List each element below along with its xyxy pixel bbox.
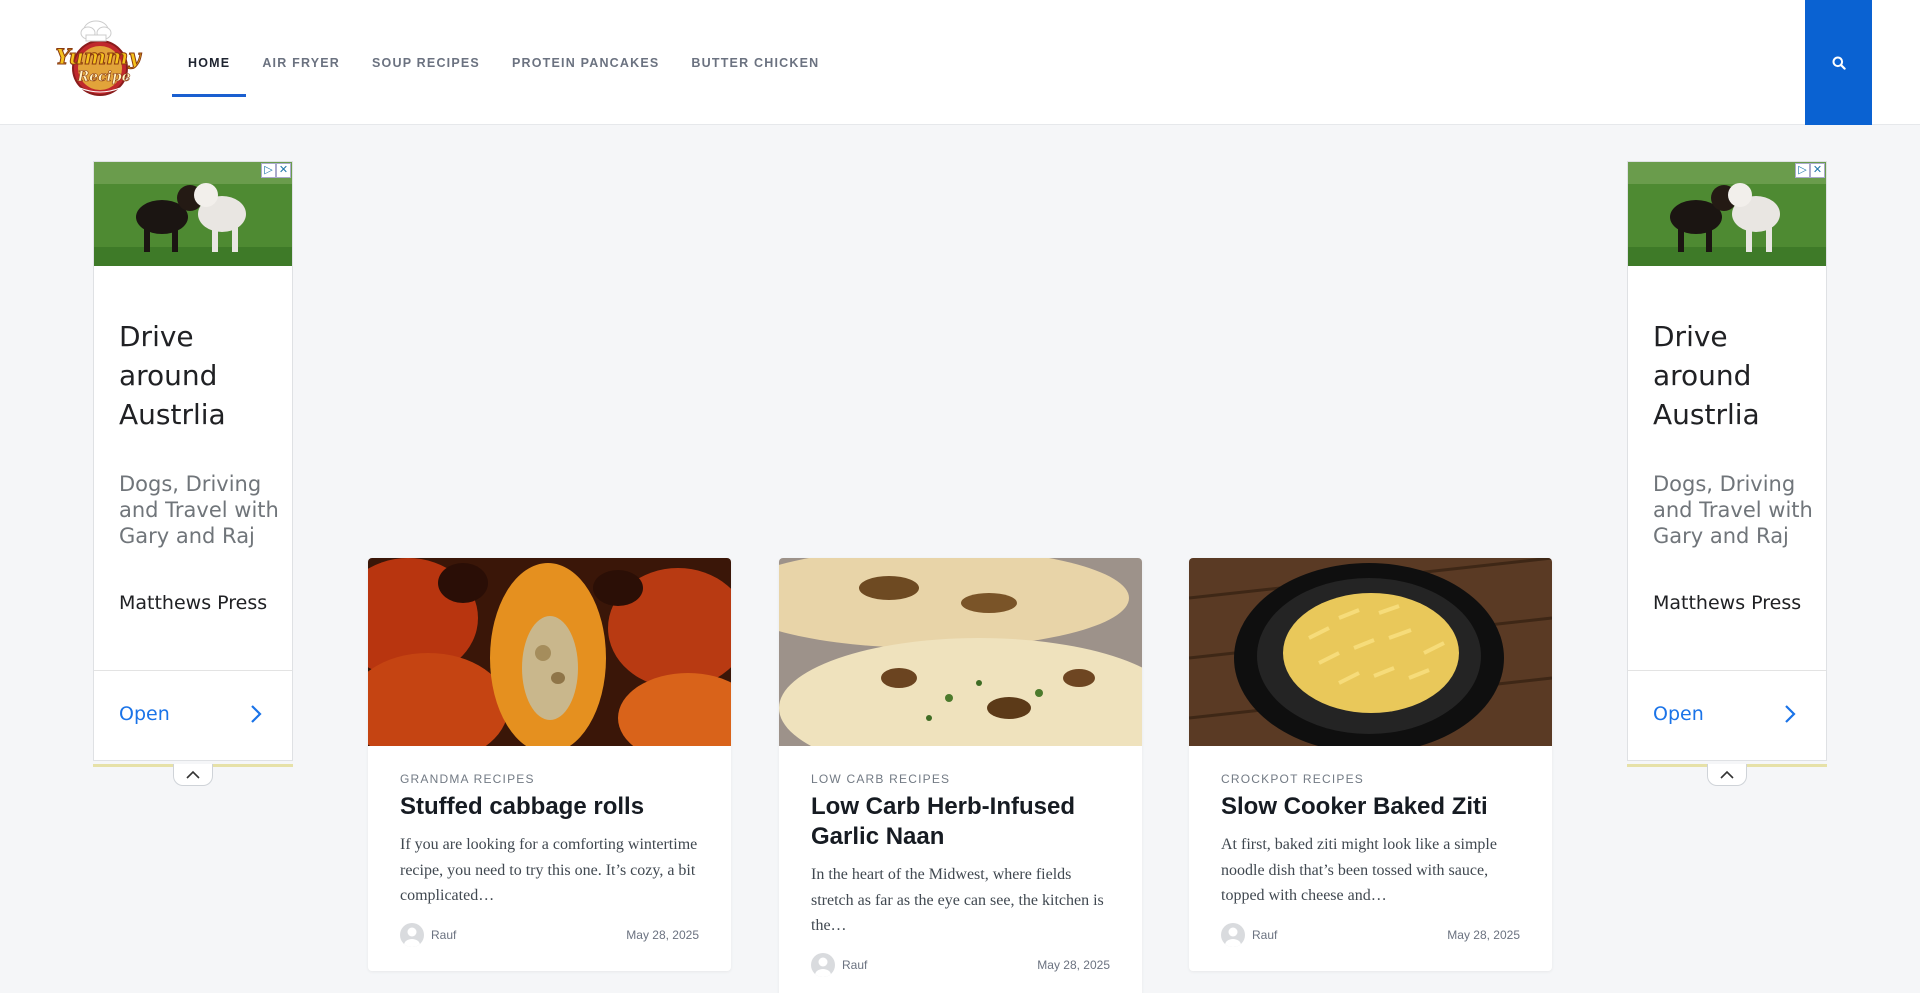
- post-date: May 28, 2025: [626, 927, 699, 942]
- post-excerpt: In the heart of the Midwest, where field…: [811, 866, 1104, 934]
- post-meta: Rauf May 28, 2025: [811, 952, 1110, 977]
- user-icon: [1225, 927, 1241, 947]
- ad-close-icon[interactable]: ✕: [276, 163, 291, 178]
- ad-divider: [1628, 670, 1826, 671]
- post-category[interactable]: GRANDMA RECIPES: [400, 772, 699, 786]
- ad-collapse-button[interactable]: [1707, 764, 1747, 786]
- left-ad[interactable]: ▷ ✕ Drive around Austrlia Dogs, Driving …: [93, 161, 293, 761]
- ad-title[interactable]: Drive around Austrlia: [119, 317, 279, 434]
- nav-item-soup-recipes[interactable]: SOUP RECIPES: [356, 0, 496, 125]
- avatar[interactable]: [400, 922, 424, 947]
- avatar[interactable]: [1221, 922, 1245, 947]
- post-card[interactable]: CROCKPOT RECIPES Slow Cooker Baked Ziti …: [1189, 558, 1552, 971]
- chevron-up-icon: [1720, 770, 1734, 779]
- post-date: May 28, 2025: [1037, 957, 1110, 972]
- post-title[interactable]: Slow Cooker Baked Ziti: [1221, 792, 1520, 822]
- right-ad[interactable]: ▷ ✕ Drive around Austrlia Dogs, Driving …: [1627, 161, 1827, 761]
- ad-advertiser[interactable]: Matthews Press: [1653, 592, 1801, 614]
- post-author[interactable]: Rauf: [842, 958, 867, 972]
- nav-item-butter-chicken[interactable]: BUTTER CHICKEN: [675, 0, 835, 125]
- svg-text:Recipe: Recipe: [76, 69, 130, 85]
- post-date: May 28, 2025: [1447, 927, 1520, 942]
- post-meta: Rauf May 28, 2025: [400, 922, 699, 947]
- chevron-right-icon[interactable]: [1780, 702, 1800, 726]
- ad-title[interactable]: Drive around Austrlia: [1653, 317, 1813, 434]
- post-author[interactable]: Rauf: [1252, 928, 1277, 942]
- user-icon: [815, 957, 831, 977]
- post-meta: Rauf May 28, 2025: [1221, 922, 1520, 947]
- nav-item-air-fryer[interactable]: AIR FRYER: [246, 0, 356, 125]
- post-image[interactable]: [368, 558, 731, 746]
- logo-icon: Yummy Recipe: [55, 20, 143, 96]
- site-logo[interactable]: Yummy Recipe: [50, 18, 146, 98]
- site-header: Yummy Recipe HOME AIR FRYER SOUP RECIPES…: [0, 0, 1920, 125]
- chevron-right-icon[interactable]: [246, 702, 266, 726]
- post-category[interactable]: CROCKPOT RECIPES: [1221, 772, 1520, 786]
- ad-image[interactable]: ▷ ✕: [94, 162, 292, 266]
- search-icon: [1832, 56, 1846, 70]
- ad-open-button[interactable]: Open: [119, 703, 170, 725]
- nav-item-home[interactable]: HOME: [172, 0, 247, 125]
- post-excerpt: At first, baked ziti might look like a s…: [1221, 836, 1497, 904]
- ad-choices-icon[interactable]: ▷: [261, 163, 276, 178]
- svg-text:Yummy: Yummy: [55, 44, 142, 69]
- ad-advertiser[interactable]: Matthews Press: [119, 592, 267, 614]
- chevron-up-icon: [186, 770, 200, 779]
- ad-badge: ▷ ✕: [1795, 163, 1825, 178]
- ad-divider: [94, 670, 292, 671]
- post-image[interactable]: [1189, 558, 1552, 746]
- nav-item-protein-pancakes[interactable]: PROTEIN PANCAKES: [496, 0, 675, 125]
- ad-badge: ▷ ✕: [261, 163, 291, 178]
- ad-subtitle[interactable]: Dogs, Driving and Travel with Gary and R…: [119, 471, 279, 549]
- post-title[interactable]: Low Carb Herb-Infused Garlic Naan: [811, 792, 1110, 852]
- post-card[interactable]: LOW CARB RECIPES Low Carb Herb-Infused G…: [779, 558, 1142, 993]
- post-author[interactable]: Rauf: [431, 928, 456, 942]
- post-category[interactable]: LOW CARB RECIPES: [811, 772, 1110, 786]
- ad-open-button[interactable]: Open: [1653, 703, 1704, 725]
- ad-collapse-button[interactable]: [173, 764, 213, 786]
- post-image[interactable]: [779, 558, 1142, 746]
- main-nav: HOME AIR FRYER SOUP RECIPES PROTEIN PANC…: [172, 0, 835, 125]
- post-excerpt: If you are looking for a comforting wint…: [400, 836, 698, 904]
- ad-close-icon[interactable]: ✕: [1810, 163, 1825, 178]
- ad-image[interactable]: ▷ ✕: [1628, 162, 1826, 266]
- post-title[interactable]: Stuffed cabbage rolls: [400, 792, 699, 822]
- ad-choices-icon[interactable]: ▷: [1795, 163, 1810, 178]
- post-card[interactable]: GRANDMA RECIPES Stuffed cabbage rolls If…: [368, 558, 731, 971]
- ad-subtitle[interactable]: Dogs, Driving and Travel with Gary and R…: [1653, 471, 1813, 549]
- avatar[interactable]: [811, 952, 835, 977]
- search-button[interactable]: [1805, 0, 1872, 125]
- user-icon: [404, 927, 420, 947]
